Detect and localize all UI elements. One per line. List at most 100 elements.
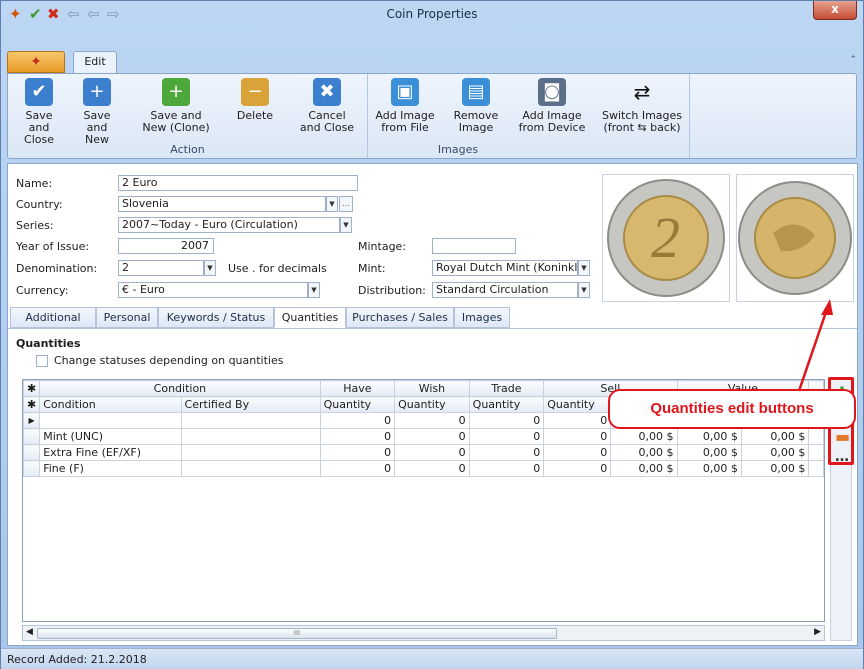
- horizontal-scrollbar[interactable]: ◀ III ▶: [22, 625, 825, 641]
- table-cell[interactable]: [808, 428, 824, 445]
- column-header[interactable]: Quantity: [543, 396, 612, 413]
- save-new-clone-button[interactable]: + Save and New (Clone): [136, 78, 216, 134]
- save-close-button[interactable]: ✔ Save and Close: [14, 78, 64, 146]
- save-new-button[interactable]: + Save and New: [72, 78, 122, 146]
- change-statuses-checkbox[interactable]: [36, 355, 48, 367]
- table-cell[interactable]: 0: [543, 412, 612, 429]
- table-cell[interactable]: Mint (UNC): [39, 428, 182, 445]
- group-header-have[interactable]: Have: [319, 380, 396, 397]
- cancel-close-button[interactable]: ✖ Cancel and Close: [294, 78, 360, 134]
- column-header[interactable]: Condition: [39, 396, 182, 413]
- country-browse-icon[interactable]: …: [339, 196, 353, 212]
- delete-button[interactable]: − Delete: [230, 78, 280, 122]
- coin-back-image[interactable]: [736, 174, 854, 302]
- table-cell[interactable]: [180, 460, 321, 477]
- tab-purchases-sales[interactable]: Purchases / Sales: [346, 307, 454, 328]
- tab-additional[interactable]: Additional: [10, 307, 96, 328]
- table-cell[interactable]: [180, 444, 321, 461]
- country-dropdown-icon[interactable]: ▼: [326, 196, 338, 212]
- table-cell[interactable]: 0: [394, 428, 470, 445]
- scroll-thumb[interactable]: III: [37, 628, 557, 639]
- mintage-label: Mintage:: [358, 240, 407, 253]
- tab-keywords-status[interactable]: Keywords / Status: [158, 307, 274, 328]
- series-field[interactable]: 2007~Today - Euro (Circulation): [118, 217, 340, 233]
- group-header-trade[interactable]: Trade: [468, 380, 545, 397]
- table-cell[interactable]: 0: [319, 428, 396, 445]
- year-field[interactable]: 2007: [118, 238, 214, 254]
- tab-images[interactable]: Images: [454, 307, 510, 328]
- table-cell[interactable]: 0,00 $: [740, 444, 810, 461]
- table-cell[interactable]: 0: [543, 444, 612, 461]
- mint-dropdown-icon[interactable]: ▼: [578, 260, 590, 276]
- table-row[interactable]: Fine (F) 0 0 0 0 0,00 $0,00 $0,00 $: [23, 460, 824, 477]
- ribbon-collapse-icon[interactable]: ⌃: [849, 55, 857, 65]
- remove-image-button[interactable]: ▤ Remove Image: [448, 78, 504, 134]
- action-group: ✔ Save and Close + Save and New + Save and …: [8, 74, 368, 158]
- table-cell[interactable]: 0: [543, 428, 612, 445]
- denomination-field[interactable]: 2: [118, 260, 204, 276]
- table-cell[interactable]: [180, 428, 321, 445]
- table-cell[interactable]: 0,00 $: [740, 460, 810, 477]
- row-indicator: [23, 460, 41, 477]
- title-bar: ✦ ✔ ✖ ⇦ ⇦ ⇨ Coin Properties x: [1, 1, 863, 27]
- scroll-left-icon[interactable]: ◀: [26, 627, 33, 637]
- country-field[interactable]: Slovenia: [118, 196, 326, 212]
- status-text: Record Added: 21.2.2018: [7, 653, 147, 666]
- table-cell[interactable]: Extra Fine (EF/XF): [39, 444, 182, 461]
- table-cell[interactable]: 0,00 $: [676, 428, 742, 445]
- table-cell[interactable]: 0: [319, 444, 396, 461]
- table-row[interactable]: Extra Fine (EF/XF) 0 0 0 0 0,00 $0,00 $0,00 $: [23, 444, 824, 461]
- table-cell[interactable]: 0: [468, 428, 545, 445]
- table-cell[interactable]: 0: [468, 460, 545, 477]
- table-cell[interactable]: 0: [468, 412, 545, 429]
- tab-edit[interactable]: Edit: [73, 51, 117, 73]
- row-indicator: [23, 444, 41, 461]
- delete-label: Delete: [236, 109, 274, 122]
- series-dropdown-icon[interactable]: ▼: [340, 217, 352, 233]
- table-cell[interactable]: 0: [394, 444, 470, 461]
- group-header-wish[interactable]: Wish: [394, 380, 470, 397]
- scroll-right-icon[interactable]: ▶: [814, 627, 821, 637]
- column-header[interactable]: Certified By: [180, 396, 321, 413]
- table-cell[interactable]: [180, 412, 321, 429]
- column-header[interactable]: Quantity: [468, 396, 545, 413]
- column-header[interactable]: Quantity: [319, 396, 396, 413]
- table-cell[interactable]: 0,00 $: [676, 444, 742, 461]
- coin-front-image[interactable]: 2: [602, 174, 730, 302]
- denomination-dropdown-icon[interactable]: ▼: [204, 260, 216, 276]
- table-cell[interactable]: 0: [319, 412, 396, 429]
- column-header[interactable]: Quantity: [394, 396, 470, 413]
- mintage-field[interactable]: [432, 238, 516, 254]
- table-cell[interactable]: 0: [319, 460, 396, 477]
- add-image-device-button[interactable]: ◙ Add Image from Device: [514, 78, 590, 134]
- table-cell[interactable]: [808, 444, 824, 461]
- table-cell[interactable]: 0,00 $: [610, 460, 678, 477]
- table-cell[interactable]: 0,00 $: [676, 460, 742, 477]
- table-cell[interactable]: 0: [394, 460, 470, 477]
- table-cell[interactable]: [39, 412, 182, 429]
- table-cell[interactable]: 0,00 $: [740, 428, 810, 445]
- table-cell[interactable]: Fine (F): [39, 460, 182, 477]
- close-button[interactable]: x: [813, 1, 857, 20]
- currency-dropdown-icon[interactable]: ▼: [308, 282, 320, 298]
- mint-field[interactable]: Royal Dutch Mint (Koninkli: [432, 260, 578, 276]
- distribution-field[interactable]: Standard Circulation: [432, 282, 578, 298]
- table-cell[interactable]: 0: [468, 444, 545, 461]
- table-cell[interactable]: 0: [543, 460, 612, 477]
- distribution-dropdown-icon[interactable]: ▼: [578, 282, 590, 298]
- table-cell[interactable]: 0,00 $: [610, 444, 678, 461]
- add-row-marker: ✱: [23, 380, 41, 397]
- app-menu-button[interactable]: ✦: [7, 51, 65, 73]
- tab-personal[interactable]: Personal: [96, 307, 158, 328]
- name-field[interactable]: 2 Euro: [118, 175, 358, 191]
- table-cell[interactable]: 0: [394, 412, 470, 429]
- remove-image-label: Remove Image: [453, 109, 499, 134]
- table-cell[interactable]: [808, 460, 824, 477]
- tab-quantities[interactable]: Quantities: [274, 307, 346, 328]
- currency-field[interactable]: € - Euro: [118, 282, 308, 298]
- switch-images-button[interactable]: ⇄ Switch Images (front ⇆ back): [598, 78, 686, 134]
- table-cell[interactable]: 0,00 $: [610, 428, 678, 445]
- add-image-file-button[interactable]: ▣ Add Image from File: [372, 78, 438, 134]
- table-row[interactable]: Mint (UNC) 0 0 0 0 0,00 $0,00 $0,00 $: [23, 428, 824, 445]
- group-header-condition[interactable]: Condition: [39, 380, 321, 397]
